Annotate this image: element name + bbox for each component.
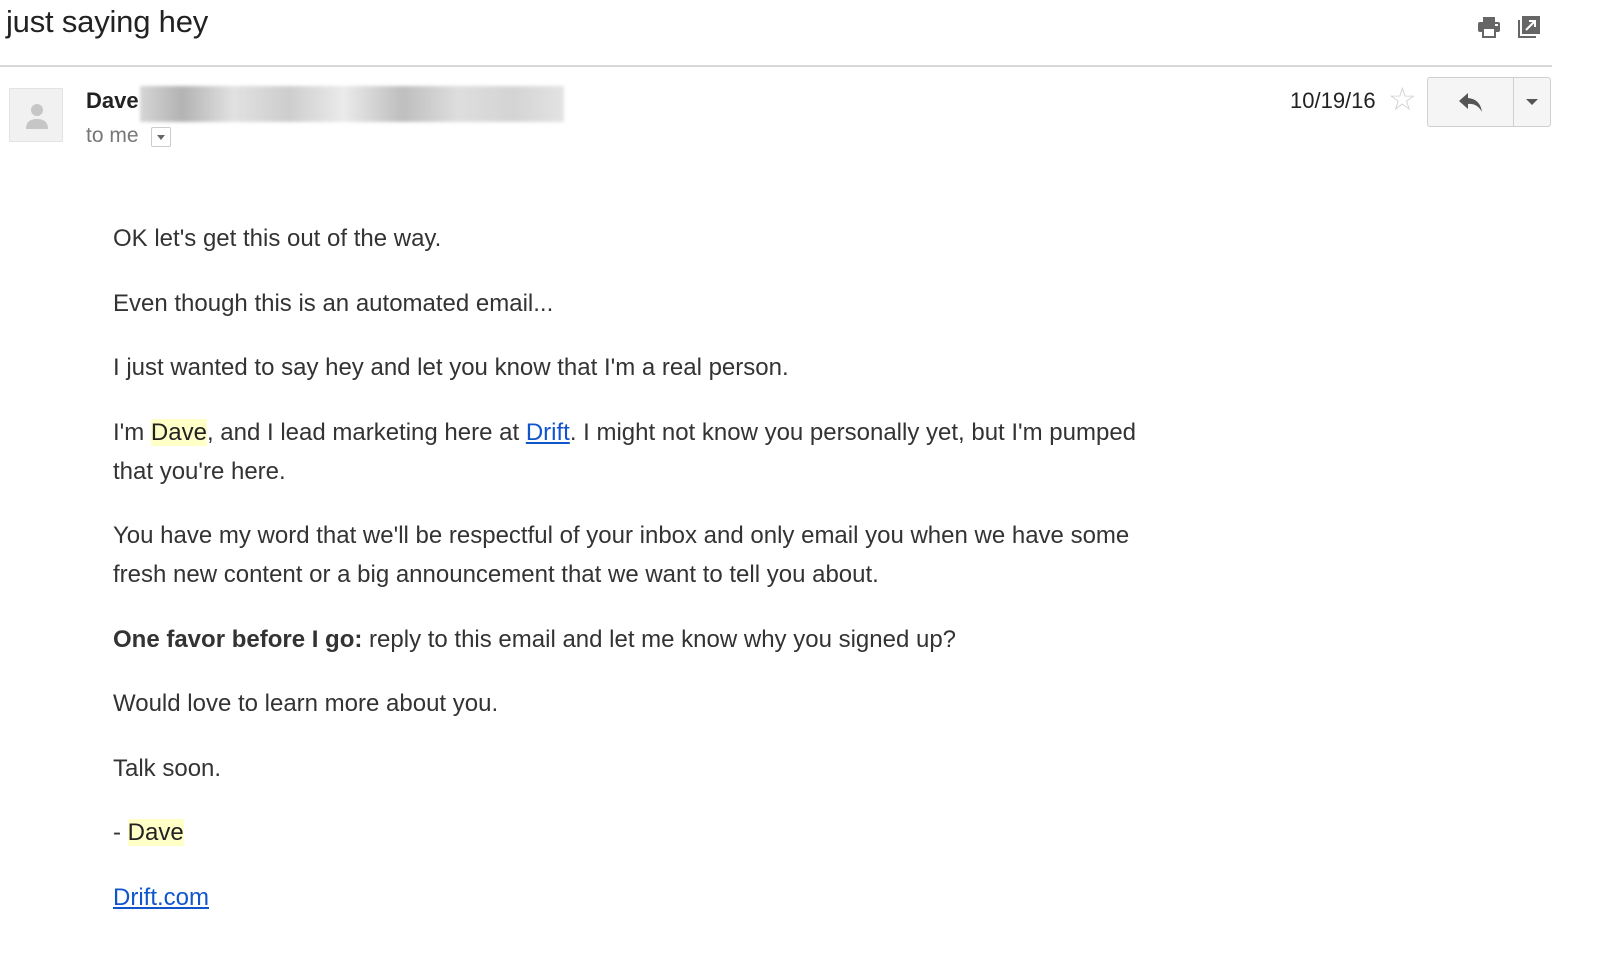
text: I'm <box>113 418 151 446</box>
drift-link[interactable]: Drift <box>526 419 570 446</box>
message-date: 10/19/16 <box>1290 88 1376 113</box>
print-icon[interactable] <box>1476 14 1502 40</box>
subject-toolbar <box>1476 14 1542 40</box>
recipient-label: to me <box>86 124 139 147</box>
reply-button[interactable] <box>1428 78 1514 126</box>
body-paragraph: I'm Dave, and I lead marketing here at D… <box>113 413 1143 491</box>
body-paragraph: Talk soon. <box>113 754 222 782</box>
body-paragraph: You have my word that we'll be respectfu… <box>113 522 1130 588</box>
footer: Drift.com <box>113 878 1143 917</box>
body-paragraph: Would love to learn more about you. <box>113 690 499 717</box>
star-icon[interactable]: ☆ <box>1388 83 1417 115</box>
person-icon <box>26 104 48 129</box>
email-body: OK let's get this out of the way. Even t… <box>113 219 1143 942</box>
signature: - Dave <box>113 813 1143 852</box>
body-paragraph: I just wanted to say hey and let you kno… <box>113 354 789 381</box>
caret-down-icon <box>1526 99 1538 105</box>
reply-icon <box>1458 93 1482 112</box>
sender-name[interactable]: Dave <box>86 88 139 114</box>
drift-com-link[interactable]: Drift.com <box>113 884 209 911</box>
open-in-new-window-icon[interactable] <box>1516 14 1542 40</box>
body-paragraph: Even though this is an automated email..… <box>113 289 554 317</box>
text: , and I lead marketing here at <box>206 418 526 446</box>
highlighted-name: Dave <box>150 418 207 446</box>
more-options-button[interactable] <box>1514 78 1550 126</box>
bold-lead: One favor before I go: <box>113 625 363 653</box>
subject-bar: just saying hey <box>0 0 1552 67</box>
text: - <box>113 819 128 846</box>
reply-button-group <box>1427 77 1551 127</box>
avatar <box>9 88 63 142</box>
body-paragraph: OK let's get this out of the way. <box>113 225 442 252</box>
highlighted-name: Dave <box>127 819 184 846</box>
body-paragraph: One favor before I go: reply to this ema… <box>113 620 1143 659</box>
recipient-details-dropdown[interactable] <box>151 127 171 147</box>
text: reply to this email and let me know why … <box>362 625 957 653</box>
message-header: Dave to me 10/19/16 ☆ <box>0 66 1552 166</box>
email-subject: just saying hey <box>6 4 209 39</box>
redacted-sender-email <box>140 86 564 122</box>
